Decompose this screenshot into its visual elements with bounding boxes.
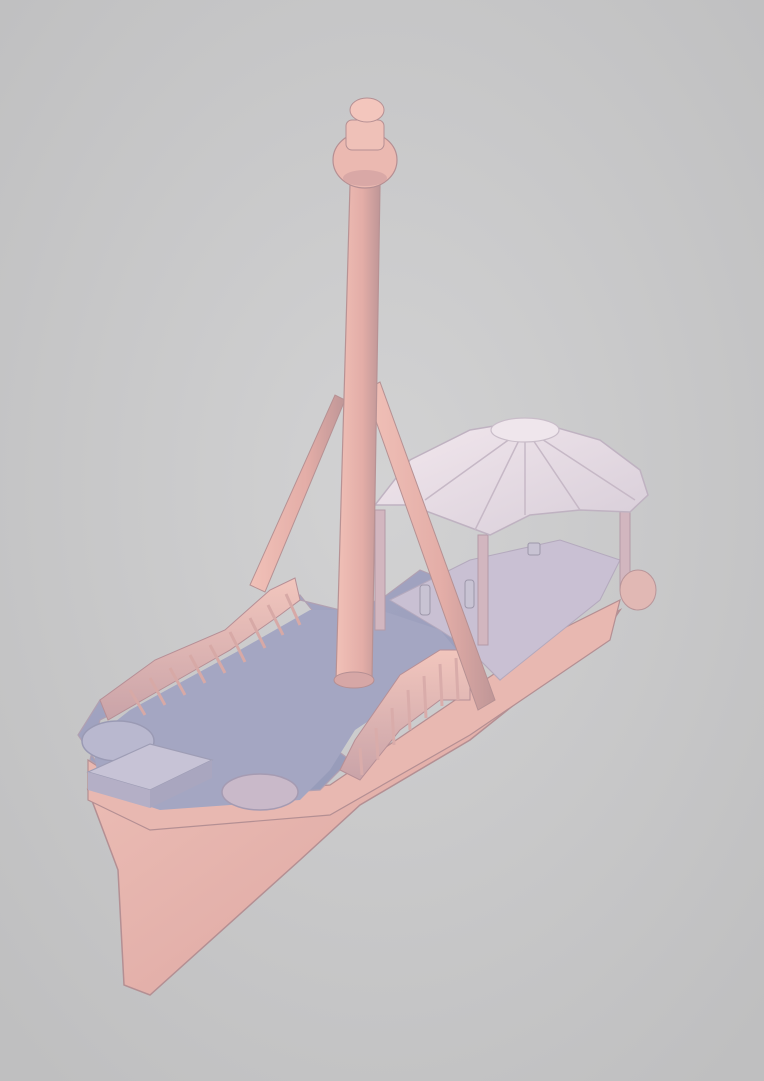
aft-balcony xyxy=(619,569,657,611)
mast-base xyxy=(333,671,375,689)
hatch-right xyxy=(221,773,299,811)
render-viewport xyxy=(0,0,764,1081)
dome-cap xyxy=(490,417,560,443)
ship-render xyxy=(0,0,764,1081)
